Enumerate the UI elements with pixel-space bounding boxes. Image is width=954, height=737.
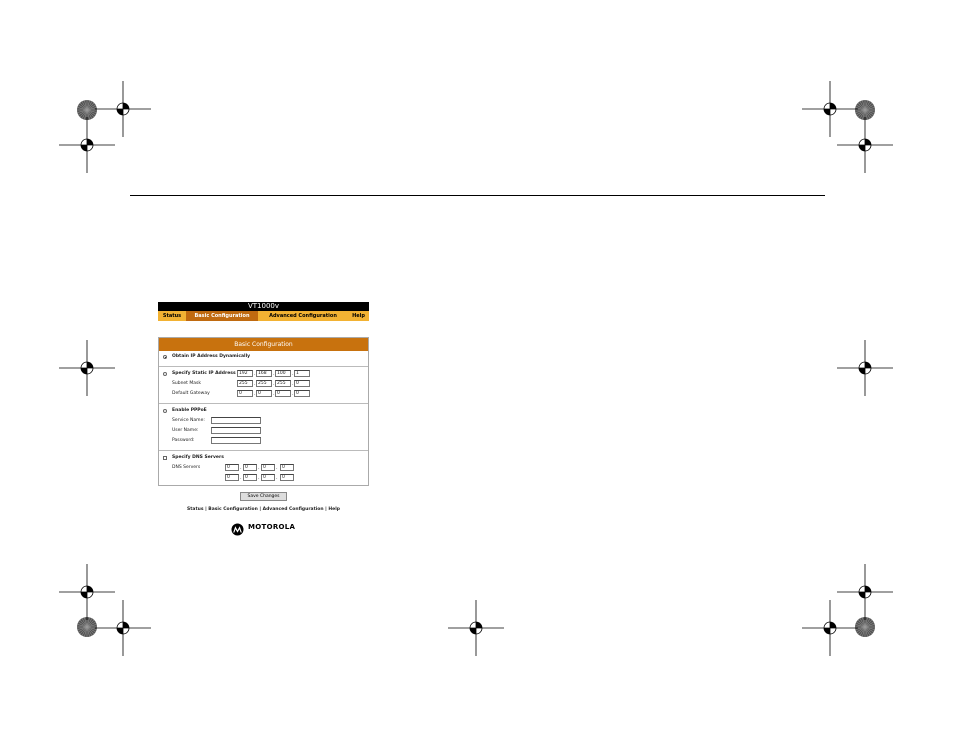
static-ip-label: Specify Static IP Address bbox=[172, 371, 236, 376]
print-registration-marks bbox=[59, 81, 893, 656]
octet-dot: . bbox=[276, 465, 278, 471]
dns2-octet-1[interactable]: 0 bbox=[225, 474, 239, 481]
dns2-octet-4[interactable]: 0 bbox=[280, 474, 294, 481]
default-gateway-label: Default Gateway bbox=[172, 391, 210, 396]
subnet-octet-3[interactable]: 255 bbox=[275, 380, 291, 387]
registration-crosshair-icon bbox=[59, 564, 115, 620]
registration-crosshair-icon bbox=[802, 600, 858, 656]
nav-basic-configuration[interactable]: Basic Configuration bbox=[186, 311, 258, 321]
footer-link-basic-configuration[interactable]: Basic Configuration bbox=[208, 507, 258, 512]
motorola-batwing-icon bbox=[231, 523, 244, 536]
nav-help[interactable]: Help bbox=[348, 311, 369, 321]
dynamic-ip-radio[interactable] bbox=[163, 355, 167, 359]
static-ip-octet-4[interactable]: 1 bbox=[294, 370, 310, 377]
dns-checkbox[interactable] bbox=[163, 456, 167, 460]
registration-crosshair-icon bbox=[95, 81, 151, 137]
dns1-octet-3[interactable]: 0 bbox=[261, 464, 275, 471]
gateway-octet-1[interactable]: 0 bbox=[237, 390, 253, 397]
static-ip-radio[interactable] bbox=[163, 372, 167, 376]
static-ip-octet-1[interactable]: 192 bbox=[237, 370, 253, 377]
subnet-octet-1[interactable]: 255 bbox=[237, 380, 253, 387]
registration-crosshair-icon bbox=[59, 340, 115, 396]
registration-crosshair-icon bbox=[802, 81, 858, 137]
pppoe-label: Enable PPPoE bbox=[172, 408, 207, 413]
panel-title: Basic Configuration bbox=[159, 338, 368, 351]
password-input[interactable] bbox=[211, 437, 261, 444]
dns-servers-label: DNS Servers bbox=[172, 465, 201, 470]
registration-crosshair-icon bbox=[448, 600, 504, 656]
footer-links: Status | Basic Configuration | Advanced … bbox=[158, 507, 369, 513]
subnet-octet-2[interactable]: 255 bbox=[256, 380, 272, 387]
octet-dot: . bbox=[258, 465, 260, 471]
divider bbox=[159, 366, 368, 367]
footer-link-help[interactable]: Help bbox=[328, 507, 340, 512]
dynamic-ip-label: Obtain IP Address Dynamically bbox=[172, 354, 251, 359]
dns1-octet-4[interactable]: 0 bbox=[280, 464, 294, 471]
dns1-octet-1[interactable]: 0 bbox=[225, 464, 239, 471]
nav-advanced-configuration[interactable]: Advanced Configuration bbox=[258, 311, 348, 321]
motorola-logo: MOTOROLA bbox=[231, 521, 295, 536]
brand-name: MOTOROLA bbox=[248, 523, 296, 531]
dns1-octet-2[interactable]: 0 bbox=[243, 464, 257, 471]
pppoe-radio[interactable] bbox=[163, 409, 167, 413]
dns-label: Specify DNS Servers bbox=[172, 455, 224, 460]
dns2-octet-3[interactable]: 0 bbox=[261, 474, 275, 481]
octet-dot: . bbox=[240, 465, 242, 471]
subnet-mask-label: Subnet Mask bbox=[172, 381, 201, 386]
gateway-octet-2[interactable]: 0 bbox=[256, 390, 272, 397]
password-label: Password: bbox=[172, 438, 195, 443]
divider bbox=[159, 450, 368, 451]
app-title: VT1000v bbox=[158, 302, 369, 311]
registration-crosshair-icon bbox=[837, 117, 893, 173]
registration-crosshair-icon bbox=[837, 564, 893, 620]
gateway-octet-4[interactable]: 0 bbox=[294, 390, 310, 397]
basic-configuration-panel: Basic Configuration Obtain IP Address Dy… bbox=[158, 337, 369, 486]
service-name-label: Service Name: bbox=[172, 418, 205, 423]
save-changes-button[interactable]: Save Changes bbox=[240, 492, 287, 501]
static-ip-octet-2[interactable]: 168 bbox=[256, 370, 272, 377]
footer-link-advanced-configuration[interactable]: Advanced Configuration bbox=[263, 507, 324, 512]
octet-dot: . bbox=[276, 475, 278, 481]
service-name-input[interactable] bbox=[211, 417, 261, 424]
registration-crosshair-icon bbox=[59, 117, 115, 173]
page-rule bbox=[130, 195, 825, 196]
divider bbox=[159, 403, 368, 404]
gateway-octet-3[interactable]: 0 bbox=[275, 390, 291, 397]
dns2-octet-2[interactable]: 0 bbox=[243, 474, 257, 481]
registration-crosshair-icon bbox=[95, 600, 151, 656]
footer-link-status[interactable]: Status bbox=[187, 507, 203, 512]
user-name-input[interactable] bbox=[211, 427, 261, 434]
subnet-octet-4[interactable]: 0 bbox=[294, 380, 310, 387]
octet-dot: . bbox=[258, 475, 260, 481]
router-config-screenshot: VT1000v Status Basic Configuration Advan… bbox=[158, 302, 369, 536]
nav-status[interactable]: Status bbox=[158, 311, 186, 321]
nav-bar: Status Basic Configuration Advanced Conf… bbox=[158, 311, 369, 321]
static-ip-octet-3[interactable]: 100 bbox=[275, 370, 291, 377]
registration-crosshair-icon bbox=[837, 340, 893, 396]
octet-dot: . bbox=[240, 475, 242, 481]
user-name-label: User Name: bbox=[172, 428, 199, 433]
